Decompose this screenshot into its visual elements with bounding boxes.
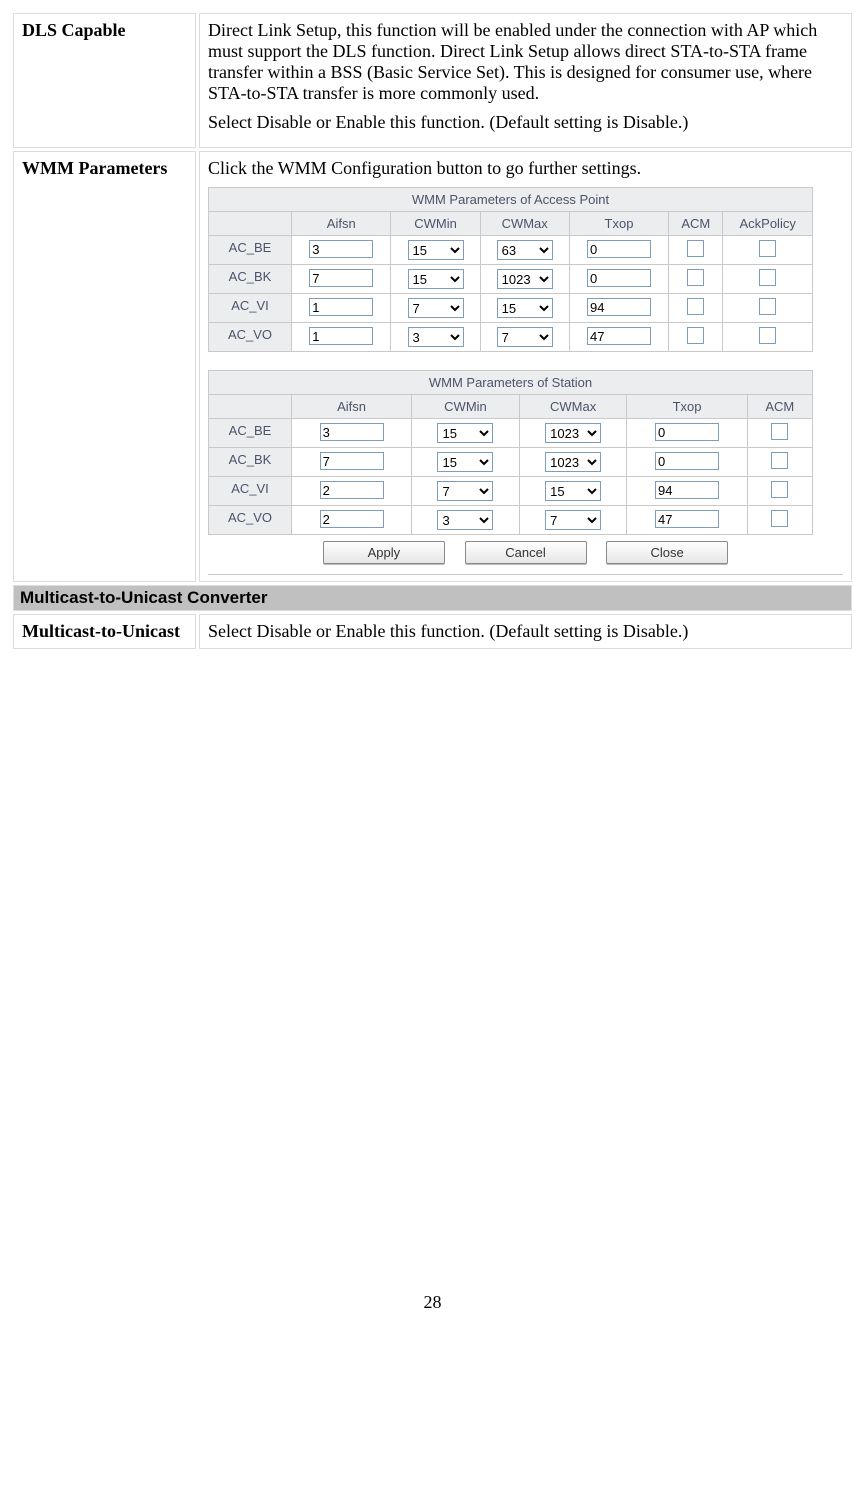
sta-h-cwmax: CWMax [519, 395, 627, 419]
wmm-intro: Click the WMM Configuration button to go… [208, 158, 843, 179]
ap-h-cwmin: CWMin [391, 212, 480, 236]
sta-h-acm: ACM [747, 395, 812, 419]
ap-row-vo: AC_VO 3 7 [209, 323, 813, 352]
sta-row-vi: AC_VI 7 15 [209, 477, 813, 506]
sta-row-be: AC_BE 15 1023 [209, 419, 813, 448]
doc-table: DLS Capable Direct Link Setup, this func… [10, 10, 855, 652]
ap-h-aifsn: Aifsn [292, 212, 391, 236]
ap-vi-aifsn[interactable] [309, 298, 373, 316]
sta-vo-acm-checkbox[interactable] [771, 510, 788, 527]
ap-vo-acm-checkbox[interactable] [687, 327, 704, 344]
ap-be-ack-checkbox[interactable] [759, 240, 776, 257]
sta-h-cwmin: CWMin [412, 395, 520, 419]
ap-vo-ack-checkbox[interactable] [759, 327, 776, 344]
dls-capable-desc: Direct Link Setup, this function will be… [199, 13, 852, 148]
sta-bk-cwmax[interactable]: 1023 [545, 452, 601, 472]
ap-vi-cwmax[interactable]: 15 [497, 298, 553, 318]
ap-be-acm-checkbox[interactable] [687, 240, 704, 257]
ap-vi-acm-checkbox[interactable] [687, 298, 704, 315]
ap-row-be: AC_BE 15 63 [209, 236, 813, 265]
sta-bk-acm-checkbox[interactable] [771, 452, 788, 469]
ap-h-txop: Txop [569, 212, 668, 236]
ap-be-cwmin[interactable]: 15 [408, 240, 464, 260]
sta-vo-aifsn[interactable] [320, 510, 384, 528]
close-button[interactable]: Close [606, 541, 728, 564]
wmm-label: WMM Parameters [13, 151, 196, 582]
dls-capable-label: DLS Capable [13, 13, 196, 148]
ap-vi-ack-checkbox[interactable] [759, 298, 776, 315]
sta-be-cwmax[interactable]: 1023 [545, 423, 601, 443]
blank-header [209, 212, 292, 236]
page-number: 28 [10, 1292, 855, 1313]
sta-be-acm-checkbox[interactable] [771, 423, 788, 440]
ap-vo-aifsn[interactable] [309, 327, 373, 345]
ap-h-ackpolicy: AckPolicy [723, 212, 813, 236]
wmm-sta-table: WMM Parameters of Station Aifsn CWMin CW… [208, 370, 813, 535]
sta-vi-acm-checkbox[interactable] [771, 481, 788, 498]
wmm-ap-table: WMM Parameters of Access Point Aifsn CWM… [208, 187, 813, 352]
wmm-screenshot: WMM Parameters of Access Point Aifsn CWM… [208, 187, 843, 575]
button-row: Apply Cancel Close [208, 539, 843, 570]
sta-be-cwmin[interactable]: 15 [437, 423, 493, 443]
ap-vi-txop[interactable] [587, 298, 651, 316]
ap-bk-cwmin[interactable]: 15 [408, 269, 464, 289]
sta-bk-aifsn[interactable] [320, 452, 384, 470]
sta-row-bk: AC_BK 15 1023 [209, 448, 813, 477]
ap-row-vi: AC_VI 7 15 [209, 294, 813, 323]
dls-p1: Direct Link Setup, this function will be… [208, 20, 843, 104]
ap-row-bk: AC_BK 15 1023 [209, 265, 813, 294]
ap-h-acm: ACM [669, 212, 723, 236]
ap-be-aifsn[interactable] [309, 240, 373, 258]
m2u-section-header: Multicast-to-Unicast Converter [13, 585, 852, 611]
ap-vi-cwmin[interactable]: 7 [408, 298, 464, 318]
sta-vi-txop[interactable] [655, 481, 719, 499]
ap-bk-acm-checkbox[interactable] [687, 269, 704, 286]
sta-h-txop: Txop [627, 395, 747, 419]
ap-bk-cwmax[interactable]: 1023 [497, 269, 553, 289]
ap-vo-txop[interactable] [587, 327, 651, 345]
ap-bk-aifsn[interactable] [309, 269, 373, 287]
sta-vi-aifsn[interactable] [320, 481, 384, 499]
ap-be-txop[interactable] [587, 240, 651, 258]
wmm-sta-title: WMM Parameters of Station [209, 371, 813, 395]
cancel-button[interactable]: Cancel [465, 541, 587, 564]
sta-be-aifsn[interactable] [320, 423, 384, 441]
ap-be-cwmax[interactable]: 63 [497, 240, 553, 260]
sta-vo-cwmax[interactable]: 7 [545, 510, 601, 530]
wmm-cell: Click the WMM Configuration button to go… [199, 151, 852, 582]
m2u-desc: Select Disable or Enable this function. … [199, 614, 852, 649]
sta-bk-txop[interactable] [655, 452, 719, 470]
blank-header [209, 395, 292, 419]
m2u-label: Multicast-to-Unicast [13, 614, 196, 649]
ap-h-cwmax: CWMax [480, 212, 569, 236]
sta-vi-cwmax[interactable]: 15 [545, 481, 601, 501]
sta-vo-cwmin[interactable]: 3 [437, 510, 493, 530]
ap-bk-ack-checkbox[interactable] [759, 269, 776, 286]
wmm-ap-title: WMM Parameters of Access Point [209, 188, 813, 212]
sta-be-txop[interactable] [655, 423, 719, 441]
ap-vo-cwmax[interactable]: 7 [497, 327, 553, 347]
sta-bk-cwmin[interactable]: 15 [437, 452, 493, 472]
dls-p2: Select Disable or Enable this function. … [208, 112, 843, 133]
sta-vo-txop[interactable] [655, 510, 719, 528]
sta-vi-cwmin[interactable]: 7 [437, 481, 493, 501]
sta-h-aifsn: Aifsn [292, 395, 412, 419]
ap-vo-cwmin[interactable]: 3 [408, 327, 464, 347]
sta-row-vo: AC_VO 3 7 [209, 506, 813, 535]
apply-button[interactable]: Apply [323, 541, 445, 564]
ap-bk-txop[interactable] [587, 269, 651, 287]
